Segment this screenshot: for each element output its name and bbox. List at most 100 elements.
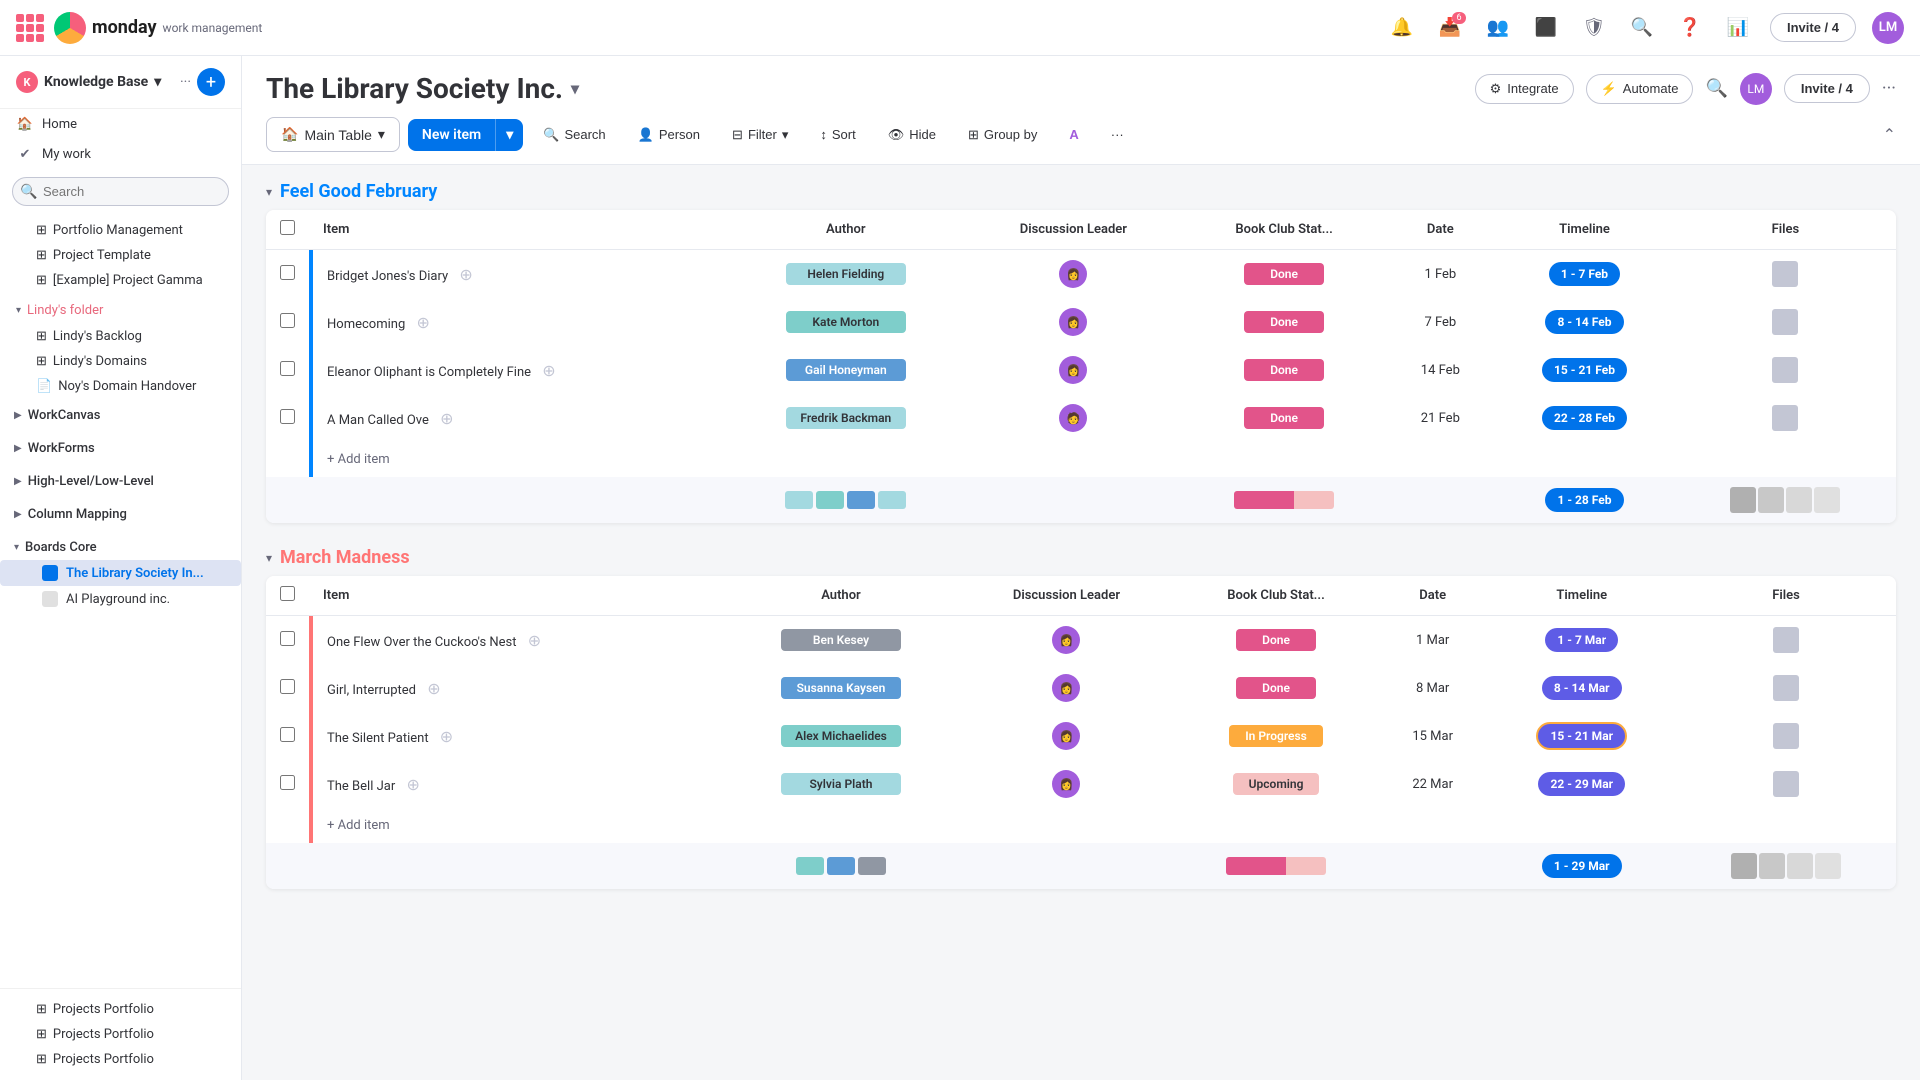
sidebar-item-mywork[interactable]: ✔ My work [0, 139, 241, 169]
header-search-button[interactable]: 🔍 [1705, 78, 1727, 99]
author-badge[interactable]: Sylvia Plath [781, 773, 901, 795]
automate-button[interactable]: ⚡ Automate [1586, 74, 1694, 104]
group-title-march-madness[interactable]: March Madness [280, 547, 410, 568]
row-add-icon[interactable]: ⊕ [528, 631, 541, 650]
new-item-label[interactable]: New item [408, 119, 496, 151]
search-toolbar-button[interactable]: 🔍 Search [531, 121, 617, 149]
sidebar-item-project-template[interactable]: ⊞ Project Template [0, 243, 241, 268]
workspace-more-button[interactable]: ··· [180, 74, 191, 90]
more-toolbar-button[interactable]: ··· [1099, 121, 1136, 148]
row-checkbox[interactable] [280, 313, 295, 328]
author-badge[interactable]: Fredrik Backman [786, 407, 906, 429]
row-checkbox[interactable] [280, 265, 295, 280]
disc-leader-avatar[interactable]: 👩 [1052, 626, 1080, 654]
workspace-selector[interactable]: K Knowledge Base ▾ [16, 71, 161, 93]
author-badge[interactable]: Gail Honeyman [786, 359, 906, 381]
status-badge[interactable]: Upcoming [1233, 773, 1320, 795]
board-title[interactable]: The Library Society Inc. ▾ [266, 72, 579, 105]
inbox-button[interactable]: 📥 6 [1434, 12, 1466, 44]
new-item-arrow-icon[interactable]: ▾ [496, 119, 523, 151]
group-toggle-march-madness[interactable]: ▾ [266, 551, 272, 565]
sidebar-item-lindys-domains[interactable]: ⊞ Lindy's Domains [0, 349, 241, 374]
status-badge[interactable]: Done [1236, 629, 1316, 651]
sidebar-item-example-gamma[interactable]: ⊞ [Example] Project Gamma [0, 268, 241, 293]
add-item-label[interactable]: + Add item [309, 442, 1896, 477]
main-table-button[interactable]: 🏠 Main Table ▾ [266, 117, 400, 152]
invite-button[interactable]: Invite / 4 [1770, 13, 1856, 42]
collapse-button[interactable]: ⌃ [1883, 125, 1896, 144]
sidebar-item-lindys-backlog[interactable]: ⊞ Lindy's Backlog [0, 324, 241, 349]
row-checkbox[interactable] [280, 727, 295, 742]
sidebar-search-input[interactable] [12, 177, 229, 206]
add-item-label[interactable]: + Add item [309, 808, 1896, 843]
row-add-icon[interactable]: ⊕ [542, 361, 555, 380]
lindys-folder[interactable]: ▾ Lindy's folder [0, 297, 241, 324]
hide-button[interactable]: 👁 Hide [876, 121, 948, 149]
notifications-button[interactable]: 🔔 [1386, 12, 1418, 44]
user-avatar[interactable]: LM [1872, 12, 1904, 44]
header-invite-button[interactable]: Invite / 4 [1784, 74, 1870, 103]
group-title-feel-good-february[interactable]: Feel Good February [280, 181, 437, 202]
timeline-badge[interactable]: 8 - 14 Mar [1542, 676, 1622, 700]
status-badge[interactable]: Done [1244, 359, 1324, 381]
author-badge[interactable]: Susanna Kaysen [781, 677, 901, 699]
filter-button[interactable]: ⊟ Filter ▾ [720, 121, 800, 149]
sidebar-item-home[interactable]: 🏠 Home [0, 109, 241, 139]
timeline-badge[interactable]: 1 - 7 Mar [1545, 628, 1618, 652]
people-button[interactable]: 👥 [1482, 12, 1514, 44]
sidebar-item-projects-portfolio-1[interactable]: ⊞ Projects Portfolio [0, 997, 241, 1022]
sidebar-item-projects-portfolio-2[interactable]: ⊞ Projects Portfolio [0, 1022, 241, 1047]
timeline-badge[interactable]: 8 - 14 Feb [1545, 310, 1623, 334]
status-badge[interactable]: Done [1236, 677, 1316, 699]
sidebar-item-library-society[interactable]: The Library Society In... [0, 560, 241, 586]
select-all-checkbox-feb[interactable] [280, 220, 295, 235]
row-add-icon[interactable]: ⊕ [416, 313, 429, 332]
header-more-button[interactable]: ··· [1882, 78, 1896, 99]
help-button[interactable]: ❓ [1674, 12, 1706, 44]
apps-button[interactable]: ⬛ [1530, 12, 1562, 44]
ai-button[interactable]: A [1057, 121, 1090, 148]
disc-leader-avatar[interactable]: 👩 [1059, 356, 1087, 384]
disc-leader-avatar[interactable]: 👩 [1052, 722, 1080, 750]
boards-core-group-header[interactable]: ▾ Boards Core [0, 535, 241, 560]
add-new-button[interactable]: + [197, 68, 225, 96]
row-checkbox[interactable] [280, 409, 295, 424]
search-button[interactable]: 🔍 [1626, 12, 1658, 44]
row-checkbox[interactable] [280, 361, 295, 376]
add-item-row[interactable]: + Add item [266, 808, 1896, 843]
row-add-icon[interactable]: ⊕ [440, 727, 453, 746]
timeline-badge[interactable]: 22 - 29 Mar [1538, 772, 1625, 796]
admin-button[interactable]: 🛡 [1578, 12, 1610, 44]
row-add-icon[interactable]: ⊕ [406, 775, 419, 794]
author-badge[interactable]: Alex Michaelides [781, 725, 901, 747]
select-all-checkbox-mar[interactable] [280, 586, 295, 601]
row-add-icon[interactable]: ⊕ [427, 679, 440, 698]
group-toggle-feel-good-february[interactable]: ▾ [266, 185, 272, 199]
disc-leader-avatar[interactable]: 👩 [1052, 674, 1080, 702]
timeline-badge[interactable]: 1 - 7 Feb [1549, 262, 1620, 286]
disc-leader-avatar[interactable]: 🧑 [1059, 404, 1087, 432]
column-mapping-group-header[interactable]: ▶ Column Mapping [0, 502, 241, 527]
row-add-icon[interactable]: ⊕ [440, 409, 453, 428]
sidebar-item-ai-playground[interactable]: AI Playground inc. [0, 586, 241, 612]
header-user-avatar[interactable]: LM [1740, 73, 1772, 105]
timeline-badge[interactable]: 15 - 21 Feb [1542, 358, 1627, 382]
disc-leader-avatar[interactable]: 👩 [1059, 308, 1087, 336]
status-badge[interactable]: In Progress [1229, 725, 1323, 747]
add-item-row[interactable]: + Add item [266, 442, 1896, 477]
timeline-badge[interactable]: 22 - 28 Feb [1542, 406, 1627, 430]
row-checkbox[interactable] [280, 631, 295, 646]
sidebar-item-noys-domain[interactable]: 📄 Noy's Domain Handover [0, 374, 241, 399]
sort-button[interactable]: ↕ Sort [808, 121, 867, 148]
status-badge[interactable]: Done [1244, 311, 1324, 333]
app-grid-icon[interactable] [16, 14, 44, 42]
highlevel-group-header[interactable]: ▶ High-Level/Low-Level [0, 469, 241, 494]
author-badge[interactable]: Ben Kesey [781, 629, 901, 651]
workforms-group-header[interactable]: ▶ WorkForms [0, 436, 241, 461]
timeline-badge[interactable]: 15 - 21 Mar [1536, 722, 1627, 750]
row-checkbox[interactable] [280, 679, 295, 694]
status-badge[interactable]: Done [1244, 407, 1324, 429]
analytics-button[interactable]: 📊 [1722, 12, 1754, 44]
author-badge[interactable]: Kate Morton [786, 311, 906, 333]
disc-leader-avatar[interactable]: 👩 [1052, 770, 1080, 798]
